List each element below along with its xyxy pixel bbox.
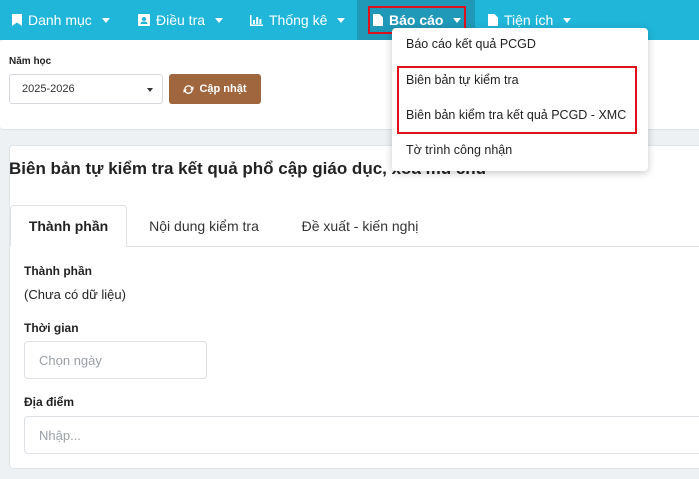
bookmark-icon — [12, 14, 22, 26]
menu-item-to-trinh-cong-nhan[interactable]: Tờ trình công nhận — [406, 143, 512, 157]
nav-label: Thống kê — [269, 12, 328, 28]
tab-noi-dung-kiem-tra[interactable]: Nội dung kiểm tra — [134, 205, 274, 247]
location-input[interactable]: Nhập... — [24, 416, 699, 454]
chevron-down-icon — [563, 17, 572, 23]
location-label: Địa điểm — [24, 395, 75, 409]
nav-item-dieu-tra[interactable]: Điều tra — [138, 0, 224, 40]
chevron-down-icon — [101, 17, 110, 23]
date-placeholder: Chọn ngày — [39, 353, 102, 368]
tab-thanh-phan[interactable]: Thành phần — [10, 205, 127, 247]
composition-label: Thành phần — [24, 264, 92, 278]
nav-label: Danh mục — [28, 12, 92, 28]
update-button[interactable]: Cập nhật — [169, 74, 261, 104]
tab-de-xuat-kien-nghi[interactable]: Đề xuất - kiến nghị — [286, 205, 434, 247]
nav-item-danh-muc[interactable]: Danh mục — [12, 0, 110, 40]
chevron-down-icon — [337, 17, 346, 23]
nav-label: Tiện ích — [504, 12, 554, 28]
document-icon — [488, 14, 498, 26]
school-year-value: 2025-2026 — [22, 83, 75, 95]
id-card-icon — [138, 14, 150, 26]
school-year-select[interactable]: 2025-2026 — [9, 74, 163, 104]
update-button-label: Cập nhật — [199, 83, 247, 95]
refresh-icon — [183, 84, 194, 94]
nav-item-thong-ke[interactable]: Thống kê — [250, 0, 346, 40]
caret-down-icon — [147, 88, 153, 92]
bar-chart-icon — [250, 14, 263, 26]
menu-item-bao-cao-ket-qua-pcgd[interactable]: Báo cáo kết quả PCGD — [406, 37, 536, 51]
location-placeholder: Nhập... — [39, 428, 81, 443]
time-label: Thời gian — [24, 321, 79, 335]
chevron-down-icon — [215, 17, 224, 23]
highlight-box-menu-items — [397, 66, 637, 134]
composition-value: (Chưa có dữ liệu) — [24, 287, 126, 302]
date-input[interactable]: Chọn ngày — [24, 341, 207, 379]
school-year-label: Năm học — [9, 56, 52, 67]
nav-label: Điều tra — [156, 12, 206, 28]
